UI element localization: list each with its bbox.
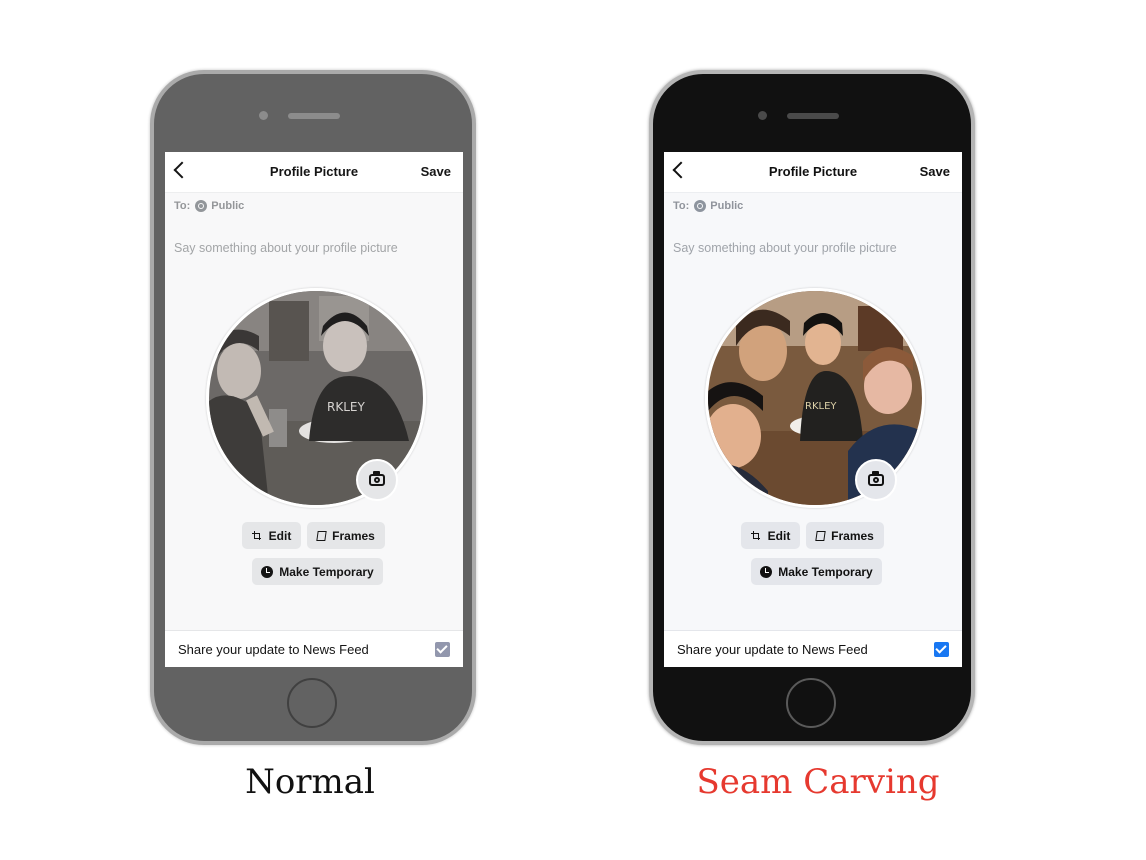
crop-icon (750, 531, 760, 540)
svg-text:RKLEY: RKLEY (327, 400, 365, 414)
edit-label: Edit (268, 528, 292, 543)
crop-icon (251, 531, 261, 540)
audience-prefix: To: (174, 200, 191, 212)
share-checkbox[interactable] (435, 642, 450, 657)
frames-button[interactable]: Frames (307, 522, 385, 549)
frames-label: Frames (831, 528, 874, 543)
clock-icon (261, 565, 274, 578)
share-to-news-feed-row: Share your update to News Feed (165, 630, 463, 667)
audience-prefix: To: (673, 200, 690, 212)
frame-icon (815, 530, 826, 541)
make-temporary-button[interactable]: Make Temporary (252, 558, 383, 585)
share-label: Share your update to News Feed (677, 642, 868, 657)
globe-icon (195, 200, 208, 212)
navbar: Profile Picture Save (165, 152, 463, 193)
share-to-news-feed-row: Share your update to News Feed (664, 630, 962, 667)
save-button[interactable]: Save (421, 164, 451, 179)
navbar: Profile Picture Save (664, 152, 962, 193)
clock-icon (760, 565, 773, 578)
globe-icon (694, 200, 707, 212)
edit-label: Edit (767, 528, 791, 543)
home-button (287, 678, 337, 728)
phone-normal: Profile Picture Save To: Public Say some… (150, 70, 476, 745)
frames-label: Frames (332, 528, 375, 543)
change-photo-button[interactable] (356, 459, 398, 501)
caption-input[interactable]: Say something about your profile picture (174, 241, 398, 255)
caption-seam-carving: Seam Carving (696, 762, 940, 802)
audience-selector[interactable]: To: Public (174, 200, 244, 212)
front-camera-icon (758, 111, 767, 120)
change-photo-button[interactable] (855, 459, 897, 501)
share-label: Share your update to News Feed (178, 642, 369, 657)
make-temporary-label: Make Temporary (279, 564, 374, 579)
svg-text:RKLEY: RKLEY (805, 401, 837, 412)
speaker-grille (288, 113, 340, 119)
audience-value: Public (211, 200, 245, 212)
speaker-grille (787, 113, 839, 119)
front-camera-icon (259, 111, 268, 120)
edit-button[interactable]: Edit (242, 522, 301, 549)
caption-normal: Normal (245, 762, 375, 802)
page-title: Profile Picture (269, 164, 359, 179)
caption-input[interactable]: Say something about your profile picture (673, 241, 897, 255)
screen-normal: Profile Picture Save To: Public Say some… (165, 152, 463, 667)
save-button[interactable]: Save (920, 164, 950, 179)
audience-selector[interactable]: To: Public (673, 200, 743, 212)
edit-button[interactable]: Edit (741, 522, 800, 549)
phone-seam-carving: Profile Picture Save To: Public Say some… (649, 70, 975, 745)
audience-value: Public (710, 200, 744, 212)
home-button (786, 678, 836, 728)
page-title: Profile Picture (768, 164, 858, 179)
make-temporary-button[interactable]: Make Temporary (751, 558, 882, 585)
screen-seam-carving: Profile Picture Save To: Public Say some… (664, 152, 962, 667)
frame-icon (316, 530, 327, 541)
make-temporary-label: Make Temporary (778, 564, 873, 579)
frames-button[interactable]: Frames (806, 522, 884, 549)
share-checkbox[interactable] (934, 642, 949, 657)
